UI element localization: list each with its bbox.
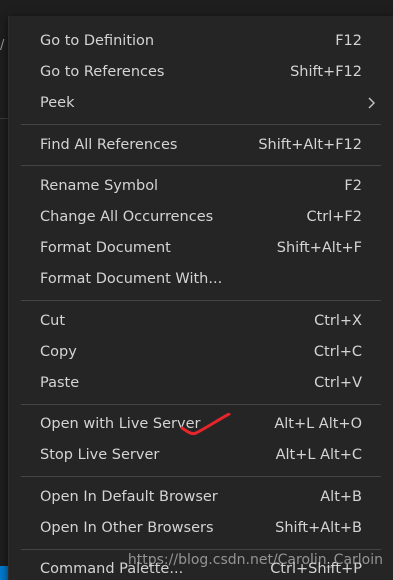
menu-item-label: Open In Default Browser — [40, 488, 218, 505]
menu-separator — [21, 476, 381, 478]
menu-item-label: Cut — [40, 312, 65, 329]
menu-item-open-in-default-browser[interactable]: Open In Default Browser Alt+B — [9, 482, 393, 512]
menu-item-shortcut: Shift+Alt+F12 — [258, 136, 362, 153]
menu-item-rename-symbol[interactable]: Rename Symbol F2 — [9, 171, 393, 201]
menu-item-peek[interactable]: Peek — [9, 88, 393, 118]
menu-item-format-document[interactable]: Format Document Shift+Alt+F — [9, 233, 393, 263]
menu-item-label: Open with Live Server — [40, 416, 201, 433]
menu-item-shortcut: F2 — [344, 177, 362, 194]
menu-item-open-in-other-browsers[interactable]: Open In Other Browsers Shift+Alt+B — [9, 513, 393, 543]
menu-item-shortcut: F12 — [335, 33, 362, 49]
menu-item-label: Find All References — [40, 136, 178, 153]
menu-item-label: Stop Live Server — [40, 447, 160, 464]
menu-item-shortcut: Shift+Alt+B — [275, 519, 362, 536]
menu-item-label: Open In Other Browsers — [40, 519, 214, 536]
menu-item-cut[interactable]: Cut Ctrl+X — [9, 306, 393, 336]
menu-separator — [21, 124, 381, 126]
menu-item-label: Rename Symbol — [40, 177, 159, 194]
menu-item-shortcut: Alt+B — [320, 488, 362, 505]
menu-item-shortcut: Alt+L Alt+O — [274, 416, 362, 433]
menu-item-label: Change All Occurrences — [40, 209, 214, 225]
menu-item-shortcut: Alt+L Alt+C — [275, 447, 362, 464]
menu-separator — [21, 300, 381, 302]
menu-item-copy[interactable]: Copy Ctrl+C — [9, 337, 393, 367]
chevron-right-icon — [368, 97, 375, 109]
menu-item-label: Copy — [40, 343, 77, 360]
menu-item-shortcut: Ctrl+C — [313, 343, 362, 360]
menu-item-change-all-occurrences[interactable]: Change All Occurrences Ctrl+F2 — [9, 202, 393, 232]
menu-item-label: Go to Definition — [40, 33, 155, 49]
menu-item-shortcut: Ctrl+F2 — [306, 209, 362, 225]
menu-item-go-to-references[interactable]: Go to References Shift+F12 — [9, 57, 393, 87]
watermark-text: https://blog.csdn.net/Carolin_Carloin — [127, 552, 383, 568]
menu-item-shortcut: Shift+Alt+F — [276, 240, 362, 257]
red-checkmark-icon — [180, 413, 231, 436]
menu-item-label: Format Document With... — [40, 271, 223, 288]
menu-item-label: Peek — [40, 95, 75, 112]
menu-separator — [21, 165, 381, 167]
editor-text-fragment: / — [0, 38, 5, 53]
status-bar-fragment — [0, 566, 8, 580]
menu-separator — [21, 403, 381, 405]
editor-divider — [0, 118, 8, 119]
menu-item-format-document-with[interactable]: Format Document With... — [9, 264, 393, 294]
screenshot-stage: / Go to Definition F12 Go to References Shi… — [0, 0, 393, 580]
menu-item-label: Format Document — [40, 240, 171, 257]
menu-item-label: Go to References — [40, 64, 165, 81]
editor-context-menu: Go to Definition F12 Go to References Shift… — [8, 16, 393, 580]
menu-item-stop-live-server[interactable]: Stop Live Server Alt+L Alt+C — [9, 440, 393, 470]
menu-item-shortcut: Ctrl+V — [314, 375, 362, 391]
editor-left-edge — [0, 20, 8, 580]
menu-item-paste[interactable]: Paste Ctrl+V — [9, 368, 393, 398]
menu-item-go-to-definition[interactable]: Go to Definition F12 — [9, 26, 393, 56]
menu-item-shortcut: Shift+F12 — [290, 64, 362, 81]
menu-item-shortcut: Ctrl+X — [314, 312, 362, 329]
menu-separator — [21, 548, 381, 550]
menu-item-label: Paste — [40, 375, 80, 391]
menu-item-find-all-references[interactable]: Find All References Shift+Alt+F12 — [9, 130, 393, 160]
